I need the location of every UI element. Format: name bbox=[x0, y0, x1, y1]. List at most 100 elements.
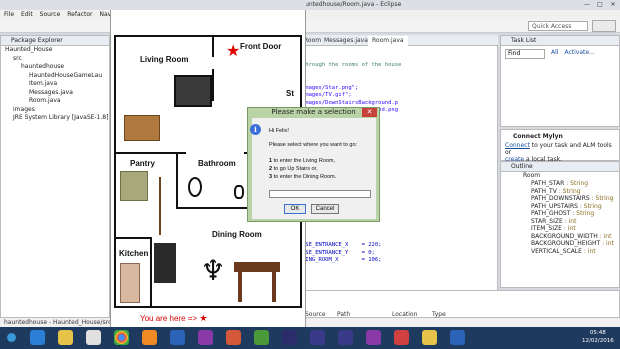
outline-item[interactable]: PATH_DOWNSTAIRS : String bbox=[501, 195, 619, 203]
selection-input[interactable] bbox=[269, 190, 371, 198]
tree-item[interactable]: images bbox=[1, 106, 109, 115]
menu-refactor[interactable]: Refactor bbox=[67, 10, 92, 19]
outline-tab[interactable]: Outline bbox=[501, 162, 619, 172]
window-title: Java - Haunted_House/src/hauntedhouse/Ro… bbox=[0, 0, 620, 10]
package-explorer: Package Explorer Haunted_House src haunted… bbox=[0, 35, 110, 318]
code-line: images/Star.png"; bbox=[302, 84, 359, 91]
col-location[interactable]: Location bbox=[392, 311, 432, 318]
minimize-icon[interactable]: — bbox=[582, 1, 592, 9]
clock-date: 12/02/2016 bbox=[582, 338, 614, 344]
task-all-link[interactable]: All bbox=[551, 49, 558, 59]
word-icon[interactable] bbox=[170, 330, 185, 345]
window-controls: — □ ✕ bbox=[582, 1, 618, 9]
col-type[interactable]: Type bbox=[432, 311, 446, 318]
outline-items: PATH_STAR : String PATH_TV : String PATH_D… bbox=[501, 180, 619, 255]
powerpoint-icon[interactable] bbox=[226, 330, 241, 345]
media-icon[interactable] bbox=[86, 330, 101, 345]
wall bbox=[150, 237, 152, 307]
tree-item[interactable]: Room.java bbox=[1, 97, 109, 106]
menu-source[interactable]: Source bbox=[40, 10, 61, 19]
package-tree: Haunted_House src hauntedhouse HauntedHouse… bbox=[1, 46, 109, 123]
close-icon[interactable]: ✕ bbox=[608, 1, 618, 9]
excel-icon[interactable] bbox=[254, 330, 269, 345]
room-bathroom: Bathroom bbox=[198, 159, 236, 168]
dialog-close-icon[interactable]: ✕ bbox=[362, 108, 377, 117]
editor-tab-messages[interactable]: Messages.java bbox=[320, 36, 372, 46]
task-find-input[interactable]: Find bbox=[505, 49, 545, 59]
folder-icon-2[interactable] bbox=[422, 330, 437, 345]
fridge-icon[interactable] bbox=[120, 263, 140, 303]
word-icon-2[interactable] bbox=[450, 330, 465, 345]
outline-item[interactable]: BACKGROUND_WIDTH : int bbox=[501, 233, 619, 241]
eclipse-icon-2[interactable] bbox=[310, 330, 325, 345]
mirror-icon[interactable] bbox=[188, 177, 202, 197]
code-line: USE_ENTRANCE_X = 220; bbox=[302, 242, 382, 248]
menu-file[interactable]: File bbox=[4, 10, 14, 19]
outline-item[interactable]: BACKGROUND_HEIGHT : int bbox=[501, 240, 619, 248]
package-explorer-tab[interactable]: Package Explorer bbox=[1, 36, 109, 46]
tree-item[interactable]: Item.java bbox=[1, 80, 109, 89]
outline-item[interactable]: PATH_TV : String bbox=[501, 188, 619, 196]
tree-item[interactable]: src bbox=[1, 55, 109, 64]
code-line: VING_ROOM_X = 106; bbox=[302, 257, 382, 263]
option-3-text: to enter the Dining Room. bbox=[272, 174, 337, 180]
cancel-button[interactable]: Cancel bbox=[311, 204, 339, 214]
app-icon[interactable] bbox=[394, 330, 409, 345]
bottom-panel: Source Path Location Type bbox=[300, 290, 620, 318]
outline-item[interactable]: PATH_UPSTAIRS : String bbox=[501, 203, 619, 211]
folder-icon[interactable] bbox=[58, 330, 73, 345]
tree-item[interactable]: HauntedHouseGameLau bbox=[1, 72, 109, 81]
editor-tab-room-java[interactable]: Room.java bbox=[368, 36, 408, 46]
menu-edit[interactable]: Edit bbox=[21, 10, 33, 19]
onenote-icon-2[interactable] bbox=[366, 330, 381, 345]
col-path[interactable]: Path bbox=[337, 311, 392, 318]
broom-icon[interactable] bbox=[156, 177, 164, 235]
onenote-icon[interactable] bbox=[198, 330, 213, 345]
col-source[interactable]: Source bbox=[305, 311, 337, 318]
ie-icon[interactable] bbox=[30, 330, 45, 345]
outline-root[interactable]: Room bbox=[501, 172, 619, 180]
option-1-text: to enter the Living Room, bbox=[272, 158, 336, 164]
room-dining: Dining Room bbox=[212, 230, 262, 239]
start-icon[interactable] bbox=[4, 330, 19, 345]
tree-item[interactable]: hauntedhouse bbox=[1, 63, 109, 72]
option-2-text: to go Up Stairs or, bbox=[272, 166, 318, 172]
chair-icon[interactable] bbox=[154, 243, 176, 283]
connect-link[interactable]: Connect bbox=[505, 142, 530, 149]
outline-item[interactable]: VERTICAL_SCALE : int bbox=[501, 248, 619, 256]
dialog-prompt: Please select where you want to go: bbox=[269, 142, 358, 148]
vlc-icon[interactable] bbox=[142, 330, 157, 345]
wall bbox=[212, 37, 214, 57]
cooker-icon[interactable] bbox=[120, 171, 148, 201]
quick-access-input[interactable]: Quick Access bbox=[528, 21, 588, 31]
ok-button[interactable]: OK bbox=[284, 204, 306, 214]
outline-item[interactable]: ITEM_SIZE : int bbox=[501, 225, 619, 233]
chest-icon[interactable] bbox=[124, 115, 160, 141]
eclipse-icon-3[interactable] bbox=[338, 330, 353, 345]
mylyn-panel: Connect Mylyn Connect to your task and A… bbox=[500, 129, 620, 163]
outline-item[interactable]: PATH_GHOST : String bbox=[501, 210, 619, 218]
sink-icon[interactable] bbox=[234, 185, 244, 199]
java-perspective-button[interactable] bbox=[592, 20, 616, 32]
location-star-icon: ★ bbox=[226, 41, 241, 60]
room-front-door: Front Door bbox=[240, 42, 282, 51]
tree-item[interactable]: Haunted_House bbox=[1, 46, 109, 55]
task-list-panel: Task List Find All Activate... bbox=[500, 35, 620, 127]
tv-icon[interactable] bbox=[174, 75, 212, 107]
you-are-here-label: You are here => ★ bbox=[140, 313, 207, 324]
outline-item[interactable]: STAR_SIZE : int bbox=[501, 218, 619, 226]
dialog-title: Please make a selection bbox=[271, 108, 356, 116]
eclipse-icon[interactable] bbox=[282, 330, 297, 345]
outline-item[interactable]: PATH_STAR : String bbox=[501, 180, 619, 188]
maximize-icon[interactable]: □ bbox=[595, 1, 605, 9]
chrome-icon[interactable] bbox=[114, 330, 129, 345]
dialog-option-2: 2 to go Up Stairs or, bbox=[269, 166, 318, 172]
table-icon[interactable] bbox=[234, 262, 280, 302]
room-kitchen: Kitchen bbox=[119, 249, 149, 258]
task-activate-link[interactable]: Activate... bbox=[564, 49, 594, 59]
candelabra-icon[interactable]: ♆ bbox=[198, 247, 228, 295]
task-list-tab[interactable]: Task List bbox=[501, 36, 619, 46]
room-pantry: Pantry bbox=[130, 159, 155, 168]
tree-item[interactable]: Messages.java bbox=[1, 89, 109, 98]
tree-item[interactable]: JRE System Library [JavaSE-1.8] bbox=[1, 114, 109, 123]
